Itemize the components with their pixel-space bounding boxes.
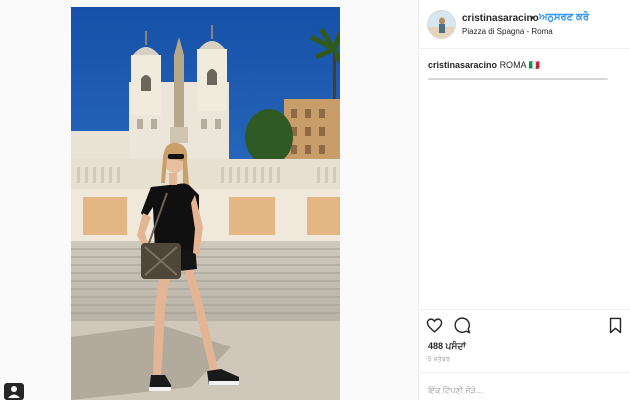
post-side-panel: cristinasaracino • ਅਨੁਸਰਣ ਕਰੋ Piazza di … [418,0,630,400]
post-header: cristinasaracino • ਅਨੁਸਰਣ ਕਰੋ Piazza di … [419,0,630,49]
divider [419,372,630,373]
caption-text: ROMA 🇮🇹 [499,60,540,70]
username-link[interactable]: cristinasaracino [462,13,539,24]
likes-count[interactable]: 488 ਪਸੰਦਾਂ [428,341,466,352]
post-caption: cristinasaracino ROMA 🇮🇹 [428,60,540,71]
caption-username[interactable]: cristinasaracino [428,60,497,70]
comment-icon[interactable] [454,317,471,334]
post-timestamp[interactable]: 5 ਸਤੰਬਰ [428,357,450,364]
bookmark-icon[interactable] [607,317,624,334]
hidden-comment-line [428,76,623,82]
avatar[interactable] [427,10,456,39]
heart-icon[interactable] [426,317,443,334]
divider [419,309,630,310]
location-link[interactable]: Piazza di Spagna - Roma [462,27,553,36]
separator-dot: • [531,13,535,24]
user-badge-icon[interactable] [4,383,24,400]
comment-input[interactable] [428,383,618,397]
follow-button[interactable]: ਅਨੁਸਰਣ ਕਰੋ [539,12,589,23]
post-photo[interactable] [71,7,340,400]
photo-scene [71,7,340,400]
